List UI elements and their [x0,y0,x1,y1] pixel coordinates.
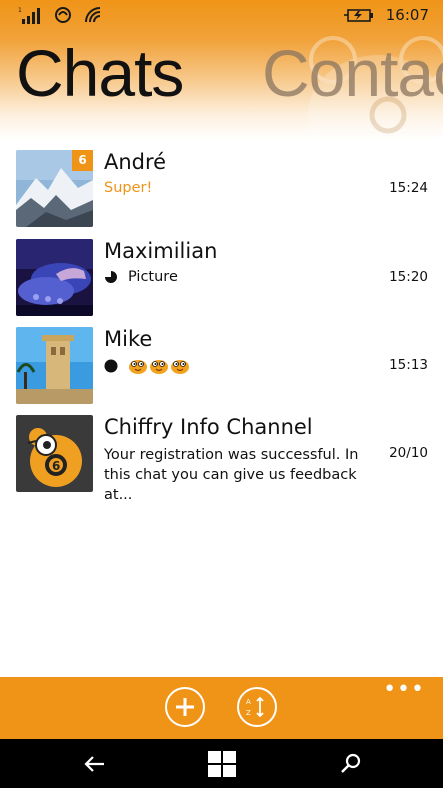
chat-time: 15:24 [389,180,428,196]
svg-text:Z: Z [246,709,251,717]
chick-emoji [129,360,147,374]
svg-text:1: 1 [18,7,22,14]
chat-name: Mike [104,327,153,351]
chat-name: Chiffry Info Channel [104,415,313,439]
chick-emoji [150,360,168,374]
chick-emoji [171,360,189,374]
clock: 16:07 [385,6,429,24]
wifi-icon [85,7,101,23]
more-menu-button[interactable]: ••• [383,679,425,701]
chat-name: André [104,150,167,174]
add-button[interactable] [165,687,205,727]
avatar: 6 [16,415,93,492]
avatar [16,239,93,316]
chat-preview-row: Picture [104,269,178,285]
picture-timer-icon [105,271,117,283]
chat-item-andre[interactable]: 6 André Super! 15:24 [0,150,443,230]
svg-text:6: 6 [52,459,60,473]
chat-name: Maximilian [104,239,218,263]
chat-item-mike[interactable]: Mike 15:13 [0,327,443,407]
sort-az-icon: A Z [246,696,264,718]
signal-bars-icon: 1 [18,7,40,24]
chat-time: 15:20 [389,269,428,285]
back-button[interactable] [79,751,109,777]
dot-icon [104,359,118,373]
unread-badge: 6 [72,150,93,171]
chat-item-chiffry-info-channel[interactable]: 6 Chiffry Info Channel Your registration… [0,415,443,503]
windows-logo-icon [208,751,236,777]
tab-contacts[interactable]: Contac [262,40,443,106]
search-button[interactable] [336,751,366,777]
chat-item-maximilian[interactable]: Maximilian Picture 15:20 [0,239,443,319]
add-icon [176,698,194,716]
avatar [16,327,93,404]
chat-time: 15:13 [389,357,428,373]
app-bar: A Z ••• [0,677,443,739]
chat-preview: Super! [104,180,153,196]
search-icon [341,753,361,773]
status-bar: 1 16:07 [0,0,443,32]
sort-button[interactable]: A Z [237,687,277,727]
back-arrow-icon [84,756,104,772]
battery-charging-icon [344,9,373,22]
data-connection-icon [55,7,71,23]
chat-preview-row [104,357,190,375]
chat-preview: Picture [128,269,178,285]
tab-chats[interactable]: Chats [16,40,184,106]
chat-preview: Your registration was successful. In thi… [104,447,359,503]
chat-time: 20/10 [389,445,428,461]
navigation-bar [0,739,443,788]
svg-text:A: A [246,698,251,706]
start-button[interactable] [207,751,237,777]
